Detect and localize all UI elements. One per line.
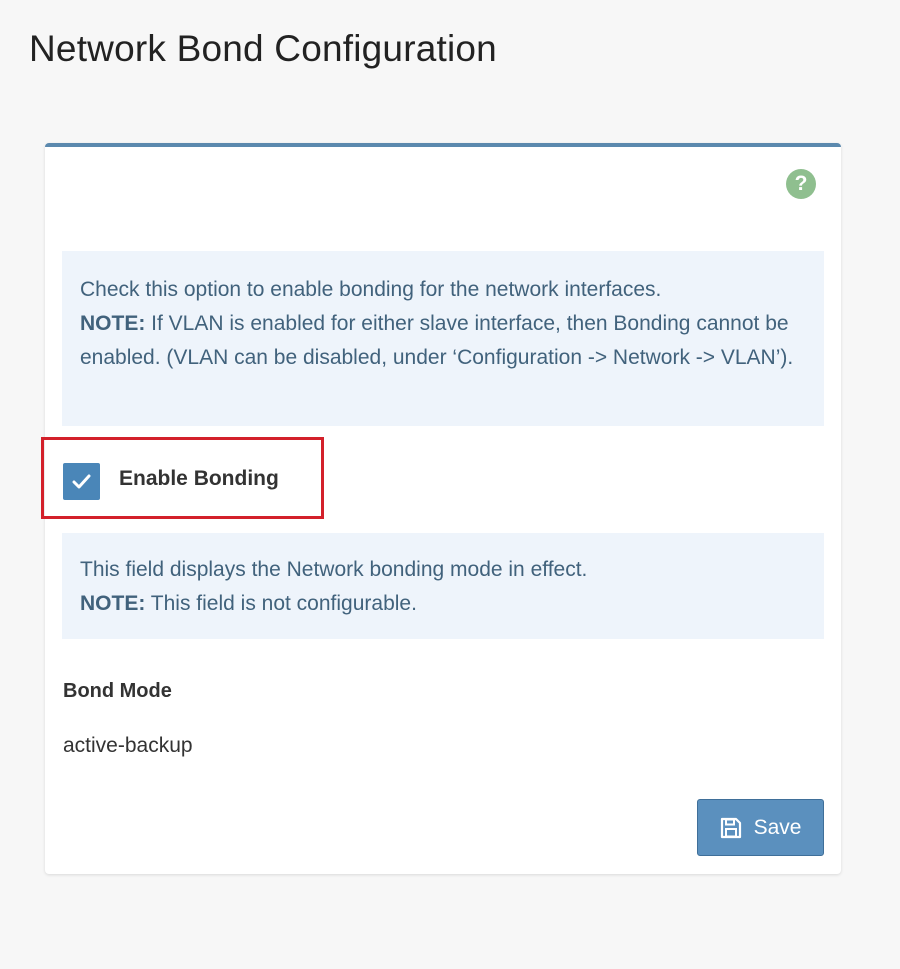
page-title: Network Bond Configuration [29,28,497,69]
bond-config-card: ? Check this option to enable bonding fo… [41,143,841,874]
bond-mode-label: Bond Mode [63,680,172,702]
bonding-note-label: NOTE: [80,312,146,335]
bond-mode-value: active-backup [63,734,193,757]
save-icon [720,817,742,839]
mode-note-label: NOTE: [80,592,146,615]
mode-info-text: This field displays the Network bonding … [80,558,588,581]
mode-info-box: This field displays the Network bonding … [62,533,824,639]
bonding-info-text: Check this option to enable bonding for … [80,278,662,301]
bonding-note-text: If VLAN is enabled for either slave inte… [80,312,794,369]
mode-note-text: This field is not configurable. [145,592,417,615]
checkmark-icon [72,474,91,489]
bonding-info-box: Check this option to enable bonding for … [62,251,824,426]
save-button[interactable]: Save [697,799,824,856]
question-circle-icon[interactable]: ? [786,169,816,199]
enable-bonding-checkbox[interactable] [63,463,100,500]
save-button-label: Save [753,815,802,839]
enable-bonding-label[interactable]: Enable Bonding [119,467,279,491]
